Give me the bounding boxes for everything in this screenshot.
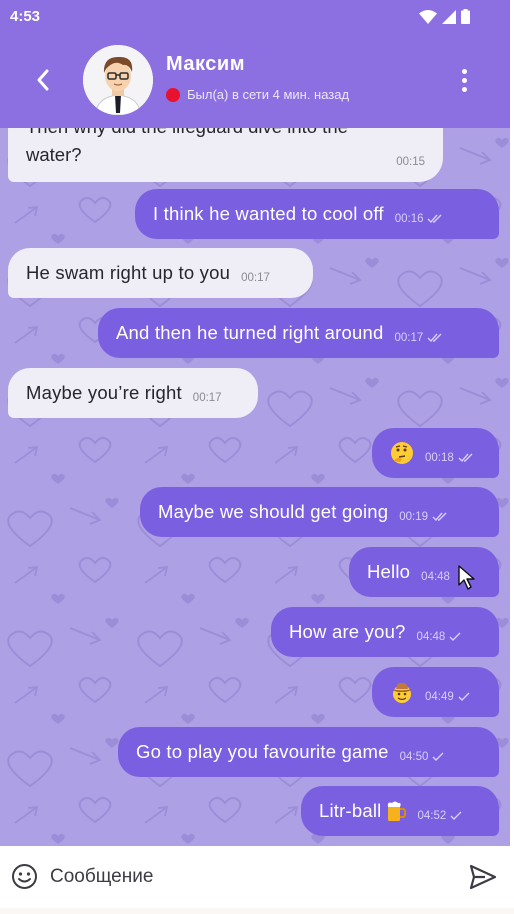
message-time: 04:50 (399, 751, 429, 763)
message-time: 00:19 (399, 511, 429, 523)
message-time: 04:48 (421, 571, 450, 583)
message-bubble-incoming[interactable]: He swam right up to you 00:17 (8, 248, 313, 298)
back-arrow-icon (37, 69, 49, 91)
message-time: 00:17 (394, 332, 424, 344)
more-dot (461, 77, 467, 83)
check-icon (432, 752, 444, 761)
message-input[interactable] (50, 863, 450, 891)
message-time: 00:17 (192, 392, 222, 404)
send-icon[interactable] (469, 864, 497, 890)
double-check-icon (427, 214, 442, 224)
message-time: 04:49 (425, 691, 454, 703)
beer-mug-icon (388, 801, 407, 821)
message-text: Litr-ball (319, 800, 382, 821)
message-text: Hello (367, 561, 411, 582)
status-time: 4:53 (10, 8, 41, 25)
double-check-icon (432, 512, 447, 522)
message-bubble-outgoing[interactable]: Litr-ball 04:52 (301, 786, 499, 836)
check-icon (458, 692, 470, 701)
contact-name: Максим (166, 53, 245, 75)
message-bubble-incoming[interactable]: Maybe you’re right 00:17 (8, 368, 258, 418)
message-composer (0, 846, 510, 908)
back-button[interactable] (30, 65, 56, 95)
last-seen-text: Был(а) в сети 4 мин. назад (187, 87, 350, 102)
message-time: 00:18 (425, 452, 454, 464)
message-text: And then he turned right around (116, 322, 384, 343)
double-check-icon (427, 333, 442, 343)
signal-icon (442, 9, 456, 24)
message-bubble-incoming[interactable]: Then why did the lifeguard dive into the… (8, 128, 443, 182)
message-bubble-outgoing[interactable]: And then he turned right around 00:17 (98, 308, 499, 358)
more-menu-button[interactable] (455, 65, 473, 95)
message-text: Maybe you’re right (26, 382, 182, 403)
message-text: I think he wanted to cool off (153, 203, 384, 224)
more-dot (461, 86, 467, 92)
smile-icon[interactable] (11, 863, 38, 890)
status-bar: 4:53 (0, 0, 510, 33)
message-bubble-outgoing[interactable]: 04:49 (372, 667, 499, 717)
status-icons (419, 9, 500, 24)
check-icon (449, 632, 461, 641)
avatar-image (83, 45, 153, 115)
wifi-icon (419, 9, 437, 24)
message-time: 00:17 (241, 272, 270, 284)
message-bubble-outgoing[interactable]: 00:18 (372, 428, 499, 478)
avatar[interactable] (83, 45, 153, 115)
contact-status: Был(а) в сети 4 мин. назад (166, 87, 349, 102)
message-bubble-outgoing[interactable]: I think he wanted to cool off 00:16 (135, 189, 499, 239)
thinking-face-icon (391, 442, 413, 464)
message-bubble-outgoing[interactable]: Hello 04:48 (349, 547, 499, 597)
message-time: 00:15 (396, 156, 425, 168)
chat-area[interactable]: Then why did the lifeguard dive into the… (0, 128, 510, 846)
message-text: How are you? (289, 621, 406, 642)
double-check-icon (458, 453, 473, 463)
offline-status-dot (166, 87, 180, 102)
check-icon (450, 811, 462, 820)
screen-edge (510, 0, 514, 914)
message-time: 00:16 (394, 213, 424, 225)
message-time: 04:52 (417, 810, 447, 822)
message-text: He swam right up to you (26, 262, 231, 283)
message-text: Go to play you favourite game (136, 741, 389, 762)
battery-icon (461, 9, 470, 24)
more-vertical-icon (461, 68, 467, 74)
cowboy-face-icon (392, 682, 412, 703)
message-text: Maybe we should get going (158, 501, 389, 522)
message-bubble-outgoing[interactable]: Go to play you favourite game 04:50 (118, 727, 499, 777)
message-text: Then why did the lifeguard dive into the… (26, 128, 348, 165)
message-bubble-outgoing[interactable]: Maybe we should get going 00:19 (140, 487, 499, 537)
mouse-cursor-icon (458, 565, 475, 590)
chat-header: Максим Был(а) в сети 4 мин. назад (0, 33, 510, 128)
navigation-bar-edge (0, 908, 514, 914)
message-time: 04:48 (416, 631, 446, 643)
message-bubble-outgoing[interactable]: How are you? 04:48 (271, 607, 499, 657)
